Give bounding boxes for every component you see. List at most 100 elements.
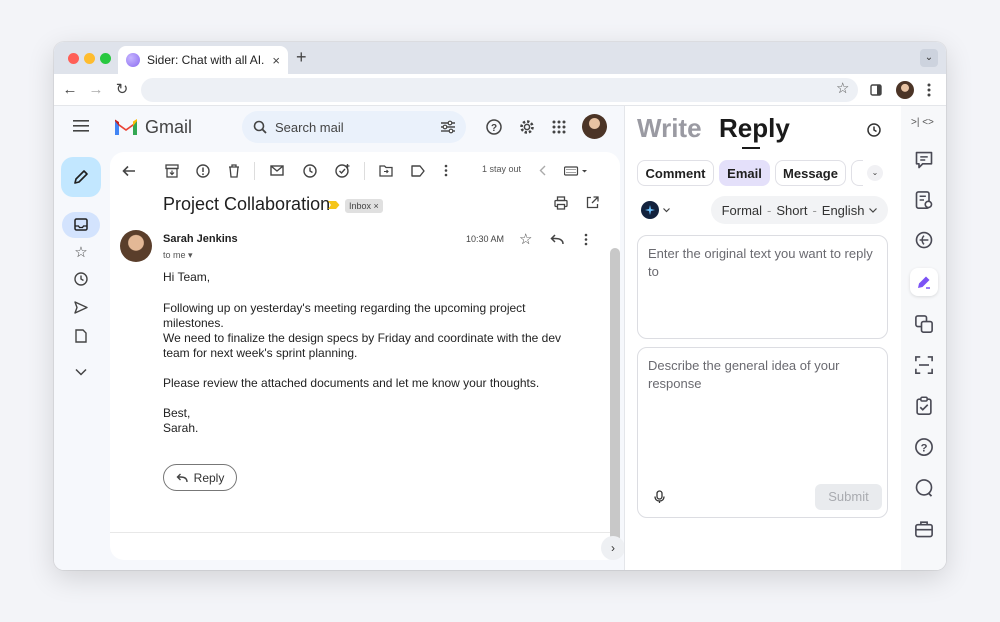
email-subject: Project Collaboration xyxy=(163,194,331,214)
compose-button[interactable] xyxy=(61,157,101,197)
sender-avatar[interactable] xyxy=(120,230,152,262)
newer-chevron-left-icon[interactable] xyxy=(539,165,546,176)
translate-icon[interactable] xyxy=(914,314,934,334)
reply-button[interactable]: Reply xyxy=(163,464,237,491)
sider-tool-rail: >| <> ? xyxy=(901,106,946,570)
address-bar[interactable] xyxy=(141,78,858,102)
report-spam-icon[interactable] xyxy=(196,164,210,178)
print-icon[interactable] xyxy=(554,196,568,210)
submit-button[interactable]: Submit xyxy=(815,484,882,510)
chip-more-partial[interactable] xyxy=(851,160,863,186)
browser-menu-icon[interactable] xyxy=(927,83,931,97)
web-search-icon[interactable] xyxy=(914,230,934,250)
delete-trash-icon[interactable] xyxy=(228,164,240,178)
main-menu-icon[interactable] xyxy=(73,120,89,132)
message-more-icon[interactable] xyxy=(584,233,588,246)
language-value: English xyxy=(821,202,865,218)
mark-unread-icon[interactable] xyxy=(270,165,284,176)
new-tab-button[interactable]: + xyxy=(296,47,307,68)
search-mail-bar[interactable]: Search mail xyxy=(242,111,466,143)
more-chevron-down-icon[interactable] xyxy=(75,368,87,376)
google-apps-icon[interactable] xyxy=(552,120,566,134)
inbox-icon[interactable] xyxy=(74,218,88,231)
input-tools-keyboard-icon[interactable] xyxy=(564,166,590,176)
gmail-account-avatar[interactable] xyxy=(582,114,607,139)
response-idea-input[interactable]: Describe the general idea of your respon… xyxy=(637,347,888,518)
search-options-icon[interactable] xyxy=(441,120,455,134)
sider-panel: Write Reply Comment Email Message ⌄ Form… xyxy=(624,106,946,570)
help-question-icon[interactable]: ? xyxy=(914,437,934,457)
more-options-icon[interactable] xyxy=(444,164,448,177)
write-tool-active[interactable] xyxy=(910,268,938,296)
toolbox-briefcase-icon[interactable] xyxy=(914,519,934,539)
inbox-label-chip[interactable]: Inbox × xyxy=(345,199,383,213)
reply-button-label: Reply xyxy=(193,470,225,485)
snooze-clock-icon[interactable] xyxy=(303,164,317,178)
move-to-folder-icon[interactable] xyxy=(379,165,393,177)
drafts-icon[interactable] xyxy=(75,329,87,343)
search-input[interactable]: Search mail xyxy=(275,120,344,135)
collapse-sidebar-chevron-icon[interactable]: › xyxy=(601,536,625,560)
chips-scroll-chevron-icon[interactable]: ⌄ xyxy=(867,165,883,181)
panel-mode-icons[interactable]: >| <> xyxy=(911,117,934,128)
settings-gear-icon[interactable] xyxy=(518,118,536,136)
side-panel-icon[interactable] xyxy=(870,84,882,96)
sider-favicon-icon xyxy=(126,53,140,67)
back-to-inbox-icon[interactable] xyxy=(122,165,136,177)
tab-reply[interactable]: Reply xyxy=(719,113,790,144)
chat-icon[interactable] xyxy=(914,150,934,170)
svg-text:?: ? xyxy=(921,442,928,454)
sender-name[interactable]: Sarah Jenkins xyxy=(163,233,238,245)
tab-write[interactable]: Write xyxy=(637,113,702,144)
archive-icon[interactable] xyxy=(165,164,179,178)
read-document-icon[interactable] xyxy=(914,190,934,210)
tab-close-icon[interactable]: × xyxy=(272,53,280,68)
tab-sider[interactable]: Sider: Chat with all AI... × xyxy=(118,46,288,74)
star-email-icon[interactable]: ☆ xyxy=(519,230,532,248)
zoom-window-button[interactable] xyxy=(100,53,111,64)
close-window-button[interactable] xyxy=(68,53,79,64)
options-chevron-down-icon xyxy=(869,207,878,213)
reply-options-selector[interactable]: Formal - Short - English xyxy=(711,196,888,224)
toolbar-divider xyxy=(254,162,255,180)
pagination-text: 1 stay out xyxy=(482,164,522,174)
reply-button-icon xyxy=(176,473,188,482)
importance-marker-icon[interactable] xyxy=(328,200,340,210)
minimize-window-button[interactable] xyxy=(84,53,95,64)
chip-email[interactable]: Email xyxy=(719,160,770,186)
reload-icon[interactable]: ↻ xyxy=(112,80,132,100)
email-signoff: Best, Sarah. xyxy=(163,406,199,435)
help-icon[interactable]: ? xyxy=(486,119,502,135)
option-separator: - xyxy=(767,202,772,218)
tab-search-button[interactable]: ⌄ xyxy=(920,49,938,67)
email-paragraph: We need to finalize the design specs by … xyxy=(163,331,562,360)
model-chevron-down-icon xyxy=(663,208,670,213)
microphone-icon[interactable] xyxy=(654,490,665,504)
tab-bar: Sider: Chat with all AI... × + ⌄ xyxy=(54,42,946,74)
email-scrollbar[interactable] xyxy=(610,248,620,544)
profile-avatar[interactable] xyxy=(896,81,914,99)
add-to-tasks-icon[interactable] xyxy=(335,163,351,179)
bookmark-star-icon[interactable]: ☆ xyxy=(836,79,849,97)
forward-icon[interactable]: → xyxy=(86,80,106,100)
original-text-input[interactable]: Enter the original text you want to repl… xyxy=(637,235,888,339)
task-clipboard-icon[interactable] xyxy=(914,396,934,416)
email-view: 1 stay out Project Collaboration Inbox ×… xyxy=(110,152,620,560)
starred-icon[interactable]: ☆ xyxy=(71,243,91,263)
reply-arrow-icon[interactable] xyxy=(550,234,564,245)
gmail-logo-icon xyxy=(115,119,137,135)
back-icon[interactable]: ← xyxy=(60,80,80,100)
open-in-new-window-icon[interactable] xyxy=(586,196,599,209)
label-tag-icon[interactable] xyxy=(411,165,425,177)
chip-comment[interactable]: Comment xyxy=(637,160,714,186)
scan-ocr-icon[interactable] xyxy=(914,355,934,375)
sent-icon[interactable] xyxy=(74,301,88,314)
feedback-bubble-icon[interactable] xyxy=(914,478,934,498)
ai-model-selector[interactable] xyxy=(637,196,674,224)
sider-main: Write Reply Comment Email Message ⌄ Form… xyxy=(625,106,901,570)
recipient-line[interactable]: to me ▾ xyxy=(163,250,193,261)
chip-message[interactable]: Message xyxy=(775,160,846,186)
snoozed-clock-icon[interactable] xyxy=(74,272,88,286)
history-clock-icon[interactable] xyxy=(867,123,881,137)
remove-label-icon[interactable]: × xyxy=(374,201,379,211)
